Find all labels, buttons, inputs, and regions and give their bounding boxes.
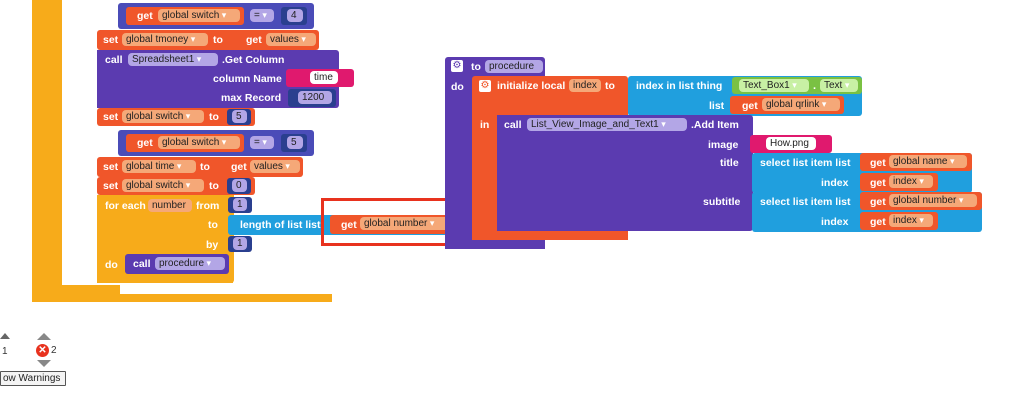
then-label-1: then: [66, 34, 89, 46]
get-var-dropdown[interactable]: index: [889, 214, 933, 227]
image-label: image: [708, 139, 739, 151]
loop-var-field[interactable]: number: [148, 199, 192, 212]
to-label: to: [208, 219, 218, 231]
call-keyword: call: [504, 119, 522, 131]
number-field[interactable]: 0: [232, 179, 247, 192]
set-keyword: set: [103, 161, 119, 173]
index-label: index: [821, 216, 849, 228]
operator-dropdown[interactable]: =: [250, 136, 274, 149]
get-var-dropdown[interactable]: global name: [889, 155, 967, 168]
get-var-dropdown[interactable]: index: [889, 175, 933, 188]
else-if-label-2: else if: [66, 133, 96, 145]
if-block-bottom: [32, 294, 332, 302]
if-block-body[interactable]: [32, 0, 62, 300]
do-label: do: [451, 81, 464, 93]
to-keyword: to: [200, 161, 210, 173]
procedure-name-field[interactable]: procedure: [485, 60, 543, 73]
dot-separator: .: [813, 80, 817, 92]
to-label: to: [471, 61, 481, 73]
get-keyword: get: [231, 161, 247, 173]
var-dropdown[interactable]: global switch: [158, 9, 240, 22]
error-count: 2: [51, 345, 57, 356]
get-var-dropdown[interactable]: values: [250, 160, 300, 173]
to-keyword: to: [209, 180, 219, 192]
number-field[interactable]: 5: [232, 110, 247, 123]
param-max-record: max Record: [221, 92, 282, 104]
error-up-arrow-icon[interactable]: [37, 333, 51, 340]
component-dropdown[interactable]: Text_Box1: [739, 79, 809, 92]
to-keyword: to: [213, 34, 223, 46]
operator-dropdown[interactable]: =: [250, 9, 274, 22]
get-keyword: get: [137, 137, 153, 149]
number-field-1200[interactable]: 1200: [298, 91, 332, 104]
set-keyword: set: [103, 180, 119, 192]
method-label: .Get Column: [222, 54, 285, 66]
to-keyword: to: [209, 111, 219, 123]
number-field[interactable]: 5: [287, 136, 303, 149]
do-label: do: [105, 259, 118, 271]
to-label: to: [605, 80, 615, 92]
error-icon: ✕: [36, 344, 49, 357]
gear-icon[interactable]: ⚙: [451, 60, 463, 72]
select-list-item-label: select list item list: [760, 157, 851, 169]
get-keyword: get: [742, 100, 758, 112]
from-label: from: [196, 200, 220, 212]
get-keyword: get: [870, 157, 886, 169]
index-in-list-label: index in list thing: [636, 80, 723, 92]
for-each-bottom: [97, 275, 233, 283]
gear-icon[interactable]: ⚙: [479, 80, 491, 92]
show-warnings-button[interactable]: ow Warnings: [0, 371, 66, 386]
param-column-name: column Name: [213, 73, 282, 85]
get-keyword: get: [246, 34, 262, 46]
get-keyword: get: [870, 196, 886, 208]
initialize-bottom: [472, 231, 628, 240]
text-field-image[interactable]: How.png: [766, 137, 816, 150]
set-keyword: set: [103, 111, 119, 123]
component-dropdown[interactable]: List_View_Image_and_Text1: [527, 118, 687, 131]
component-dropdown[interactable]: Spreadsheet1: [128, 53, 218, 66]
else-if-label-1: else if: [66, 7, 96, 19]
call-keyword: call: [133, 258, 151, 270]
title-label: title: [720, 157, 739, 169]
then-label-2: then: [66, 160, 89, 172]
text-field-time[interactable]: time: [310, 71, 338, 84]
by-label: by: [206, 239, 219, 251]
number-field[interactable]: 1: [233, 198, 247, 211]
get-var-dropdown[interactable]: global number: [889, 194, 977, 207]
select-list-item-label: select list item list: [760, 196, 851, 208]
set-var-dropdown[interactable]: global time: [122, 160, 196, 173]
length-of-list-label: length of list list: [240, 219, 321, 231]
error-down-arrow-icon[interactable]: [37, 360, 51, 367]
get-var-dropdown[interactable]: values: [266, 33, 316, 46]
list-label: list: [709, 100, 725, 112]
number-field[interactable]: 1: [233, 237, 247, 250]
number-field[interactable]: 4: [287, 9, 303, 22]
set-var-dropdown[interactable]: global switch: [122, 179, 204, 192]
procedure-bottom: [445, 240, 545, 249]
procedure-dropdown[interactable]: procedure: [155, 257, 225, 270]
if-inner-bottom: [60, 285, 120, 294]
in-label: in: [480, 119, 490, 131]
initialize-local-label: initialize local: [497, 80, 566, 92]
get-var-dropdown[interactable]: global qrlink: [762, 98, 840, 111]
get-keyword: get: [137, 10, 153, 22]
call-add-item-block[interactable]: [497, 115, 753, 231]
for-each-label: for each: [105, 200, 146, 212]
get-keyword: get: [870, 216, 886, 228]
set-var-dropdown[interactable]: global switch: [122, 110, 204, 123]
property-dropdown[interactable]: Text: [820, 79, 858, 92]
set-var-dropdown[interactable]: global tmoney: [122, 33, 208, 46]
method-label: .Add Item: [691, 119, 739, 131]
call-keyword: call: [105, 54, 123, 66]
set-keyword: set: [103, 34, 119, 46]
local-var-field[interactable]: index: [569, 79, 601, 92]
warning-count: 1: [2, 346, 8, 357]
get-keyword: get: [870, 177, 886, 189]
subtitle-label: subtitle: [703, 196, 741, 208]
var-dropdown[interactable]: global switch: [158, 136, 240, 149]
index-label: index: [821, 177, 849, 189]
warning-up-arrow-icon[interactable]: [0, 333, 10, 339]
